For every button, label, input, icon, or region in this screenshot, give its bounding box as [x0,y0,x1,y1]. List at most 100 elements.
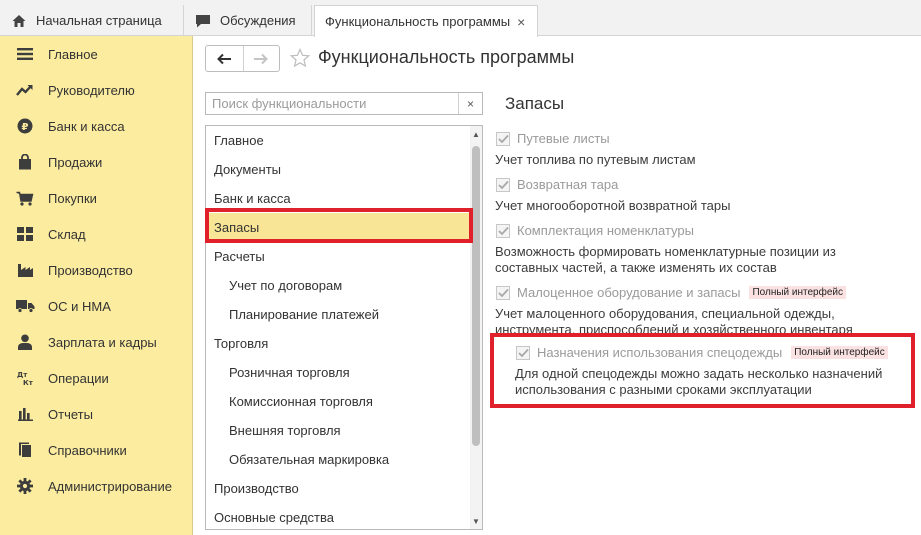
sidebar-item-label: Зарплата и кадры [48,334,157,350]
arrow-left-icon [217,53,232,64]
page-title: Функциональность программы [318,47,575,67]
factory-icon [15,260,35,280]
sidebar-item-main[interactable]: Главное [0,39,192,69]
ruble-coin-icon: ₽ [15,116,35,136]
sidebar-item-fixed-assets[interactable]: ОС и НМА [0,291,192,321]
list-item-settlements[interactable]: Расчеты [206,242,471,271]
checkbox-checked-icon[interactable] [516,345,530,360]
tab-home[interactable]: Начальная страница [6,5,184,36]
option-label: Назначения использования спецодежды [537,345,783,360]
sidebar-item-references[interactable]: Справочники [0,435,192,465]
scroll-thumb[interactable] [472,146,480,446]
favorite-star-icon[interactable] [289,47,311,68]
list-item-trade[interactable]: Торговля [206,329,471,358]
book-icon [15,440,35,460]
menu-icon [15,44,35,64]
sidebar-item-label: Операции [48,370,109,386]
chat-bubble-icon [194,12,212,30]
tab-functionality[interactable]: Функциональность программы × [314,5,538,37]
tab-bar: Начальная страница Обсуждения Функционал… [0,0,921,37]
gear-icon [15,476,35,496]
option-kitting[interactable]: Комплектация номенклатуры [496,223,694,238]
search-input[interactable] [206,93,458,114]
list-item-documents[interactable]: Документы [206,155,471,184]
search-box: × [205,92,483,115]
tab-home-label: Начальная страница [36,13,162,28]
sidebar-item-label: Главное [48,46,98,62]
sidebar-item-label: Продажи [48,154,103,170]
sidebar-item-label: Отчеты [48,406,93,422]
close-tab-icon[interactable]: × [517,14,525,30]
list-item-main[interactable]: Главное [206,126,471,155]
sidebar-item-warehouse[interactable]: Склад [0,219,192,249]
list-item-bank[interactable]: Банк и касса [206,184,471,213]
scroll-up-icon[interactable]: ▲ [470,128,482,140]
sidebar-item-production[interactable]: Производство [0,255,192,285]
list-scrollbar[interactable]: ▲ ▼ [470,126,482,529]
warehouse-grid-icon [15,224,35,244]
sidebar-item-operations[interactable]: Дт Кт Операции [0,363,192,393]
checkbox-checked-icon[interactable] [496,177,510,192]
sidebar-item-label: Банк и касса [48,118,125,134]
sidebar: Главное Руководителю ₽ Банк и касса Прод… [0,36,193,535]
svg-text:Кт: Кт [23,379,33,386]
tab-discussions[interactable]: Обсуждения [186,5,312,36]
scroll-down-icon[interactable]: ▼ [470,515,482,527]
list-item-fixed-assets[interactable]: Основные средства [206,503,471,529]
option-description: Учет топлива по путевым листам [495,152,696,167]
tab-discussions-label: Обсуждения [220,13,296,28]
sidebar-item-label: ОС и НМА [48,298,111,314]
option-description: Учет малоценного оборудования, специальн… [495,306,853,333]
list-item-foreign-trade[interactable]: Внешняя торговля [206,416,471,445]
checkbox-checked-icon[interactable] [496,223,510,238]
sidebar-item-salary[interactable]: Зарплата и кадры [0,327,192,357]
option-label: Путевые листы [517,131,610,146]
list-item-marking[interactable]: Обязательная маркировка [206,445,471,474]
person-icon [15,332,35,352]
option-workwear-purposes[interactable]: Назначения использования спецодежды Полн… [516,345,888,360]
back-button[interactable] [206,46,243,71]
list-item-production[interactable]: Производство [206,474,471,503]
sidebar-item-manager[interactable]: Руководителю [0,75,192,105]
option-returnable-tare[interactable]: Возвратная тара [496,177,618,192]
list-item-contracts[interactable]: Учет по договорам [206,271,471,300]
forward-button[interactable] [242,46,280,71]
svg-text:₽: ₽ [22,122,29,133]
option-waybills[interactable]: Путевые листы [496,131,610,146]
sidebar-item-label: Покупки [48,190,97,206]
section-title: Запасы [505,94,565,113]
sidebar-item-sales[interactable]: Продажи [0,147,192,177]
list-item-retail[interactable]: Розничная торговля [206,358,471,387]
list-item-payment-planning[interactable]: Планирование платежей [206,300,471,329]
full-interface-badge: Полный интерфейс [791,346,888,359]
sidebar-item-purchases[interactable]: Покупки [0,183,192,213]
sidebar-item-reports[interactable]: Отчеты [0,399,192,429]
list-item-inventory[interactable]: Запасы [206,213,471,242]
option-description: Возможность формировать номенклатурные п… [495,244,836,275]
dt-kt-icon: Дт Кт [15,368,35,388]
sidebar-item-bank[interactable]: ₽ Банк и касса [0,111,192,141]
arrow-right-icon [254,53,269,64]
list-item-commission[interactable]: Комиссионная торговля [206,387,471,416]
option-label: Комплектация номенклатуры [517,223,694,238]
section-list: Главное Документы Банк и касса Запасы Ра… [205,125,483,530]
option-low-value-equipment[interactable]: Малоценное оборудование и запасы Полный … [496,285,846,300]
sidebar-item-label: Производство [48,262,133,278]
svg-text:Дт: Дт [17,371,28,379]
shopping-bag-icon [15,152,35,172]
bar-chart-icon [15,404,35,424]
home-icon [10,12,28,30]
trend-up-icon [15,80,35,100]
sidebar-item-label: Администрирование [48,478,172,494]
clear-search-button[interactable]: × [458,93,482,114]
checkbox-checked-icon[interactable] [496,285,510,300]
full-interface-badge: Полный интерфейс [749,286,846,299]
cart-icon [15,188,35,208]
option-description: Для одной спецодежды можно задать нескол… [515,366,883,397]
option-description: Учет многооборотной возвратной тары [495,198,731,213]
sidebar-item-administration[interactable]: Администрирование [0,471,192,501]
sidebar-item-label: Справочники [48,442,127,458]
sidebar-item-label: Руководителю [48,82,135,98]
checkbox-checked-icon[interactable] [496,131,510,146]
sidebar-item-label: Склад [48,226,86,242]
